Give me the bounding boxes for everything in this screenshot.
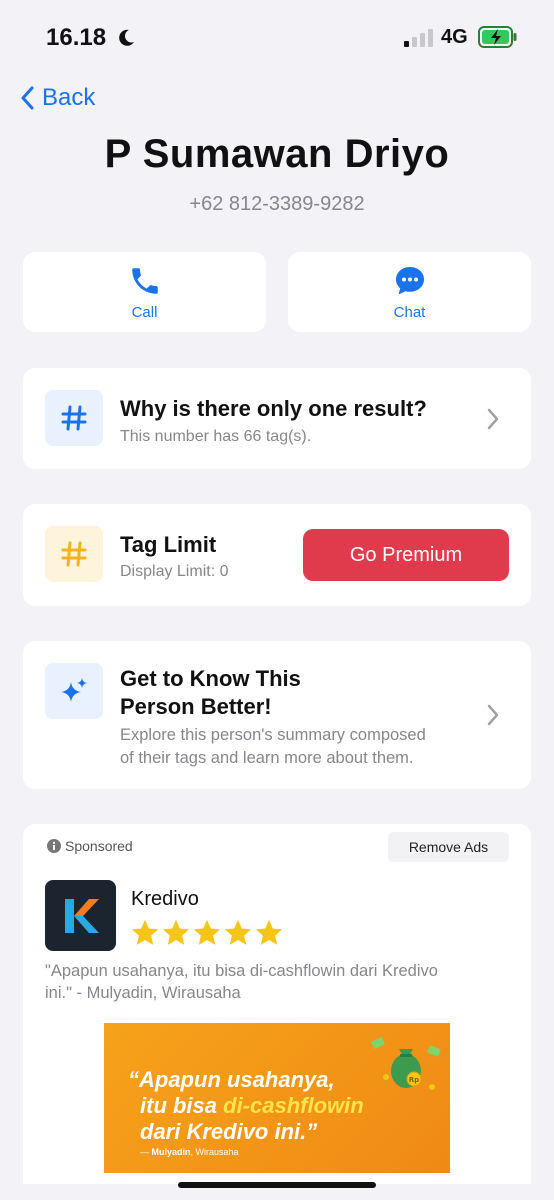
tag-limit-card: Tag Limit Display Limit: 0 Go Premium [23,504,531,606]
remove-ads-button[interactable]: Remove Ads [388,832,509,862]
call-label: Call [131,304,158,321]
ad-quote-line1: "Apapun usahanya, itu bisa di-cashflowin… [45,962,438,980]
get-to-know-title-line2: Person Better! [120,694,272,719]
kredivo-k-logo-icon [64,898,99,933]
svg-text:Rp: Rp [409,1076,419,1084]
star-icon [162,919,190,945]
chevron-right-icon [487,704,499,726]
why-card-title: Why is there only one result? [120,396,427,421]
phone-icon [131,268,158,294]
status-bar: 16.18 4G [0,0,554,76]
home-indicator[interactable] [178,1182,376,1188]
info-icon [47,839,61,853]
get-to-know-desc-line2: of their tags and learn more about them. [120,749,414,767]
kredivo-logo[interactable] [45,880,116,951]
star-icon [131,919,159,945]
chevron-left-icon [21,86,34,110]
sponsored-text: Sponsored [65,838,133,854]
go-premium-button[interactable]: Go Premium [303,529,509,581]
ad-banner-credit-name: Mulyadin [151,1147,191,1157]
hashtag-tile [45,390,103,446]
battery-icon [478,26,517,48]
get-to-know-card[interactable]: Get to Know This Person Better! Explore … [23,641,531,789]
chevron-right-icon [487,408,499,430]
back-label: Back [42,84,96,111]
signal-icon [404,29,433,47]
why-one-result-card[interactable]: Why is there only one result? This numbe… [23,368,531,469]
ad-banner-credit-role: , Wirausaha [190,1147,239,1157]
phone-number: +62 812-3389-9282 [189,193,365,215]
tag-limit-title: Tag Limit [120,532,217,557]
star-icon [224,919,252,945]
call-button[interactable]: Call [23,252,266,332]
star-rating [130,918,284,948]
chat-label: Chat [393,304,426,321]
back-button[interactable]: Back [20,84,95,112]
hashtag-tile-yellow [45,526,103,582]
ad-app-name[interactable]: Kredivo [131,888,199,911]
sponsored-ad-card: Sponsored Remove Ads Kredivo "Apapun usa… [23,824,531,1184]
chat-button[interactable]: Chat [288,252,531,332]
moon-icon [119,29,134,46]
ad-banner-credit: — Mulyadin, Wirausaha [140,1147,239,1157]
tag-limit-subtitle: Display Limit: 0 [120,563,229,580]
chat-bubble-icon [395,267,424,295]
star-icon [193,919,221,945]
get-to-know-desc-line1: Explore this person's summary composed [120,726,426,744]
status-time: 16.18 [46,24,107,51]
ad-banner-credit-prefix: — [140,1147,152,1157]
ad-quote-line2: ini." - Mulyadin, Wirausaha [45,984,241,1002]
hashtag-icon [61,541,87,567]
sponsored-label: Sponsored [47,838,133,854]
hashtag-icon [61,405,87,431]
get-to-know-title: Get to Know This Person Better! [120,665,301,721]
ad-banner-line2-text: itu bisa [140,1093,224,1118]
sparkle-icon [61,678,87,702]
get-to-know-title-line1: Get to Know This [120,666,301,691]
sparkle-tile [45,663,103,719]
ad-banner-headline: “Apapun usahanya, itu bisa di-cashflowin… [128,1067,364,1145]
ad-banner-highlight: di-cashflowin [223,1093,364,1118]
ad-banner-line1: “Apapun usahanya, [128,1067,335,1092]
ad-banner[interactable]: Rp “Apapun usahanya, itu bisa di-cashflo… [104,1023,450,1173]
network-label: 4G [441,26,468,48]
star-icon [255,919,283,945]
get-to-know-description: Explore this person's summary composed o… [120,724,426,770]
why-card-subtitle: This number has 66 tag(s). [120,428,312,445]
contact-name: P Sumawan Driyo [104,132,450,176]
ad-banner-line3: dari Kredivo ini.” [140,1119,318,1144]
money-bag-icon: Rp [371,1037,441,1090]
ad-quote: "Apapun usahanya, itu bisa di-cashflowin… [45,960,505,1004]
ad-banner-line2: itu bisa di-cashflowin [128,1093,364,1119]
